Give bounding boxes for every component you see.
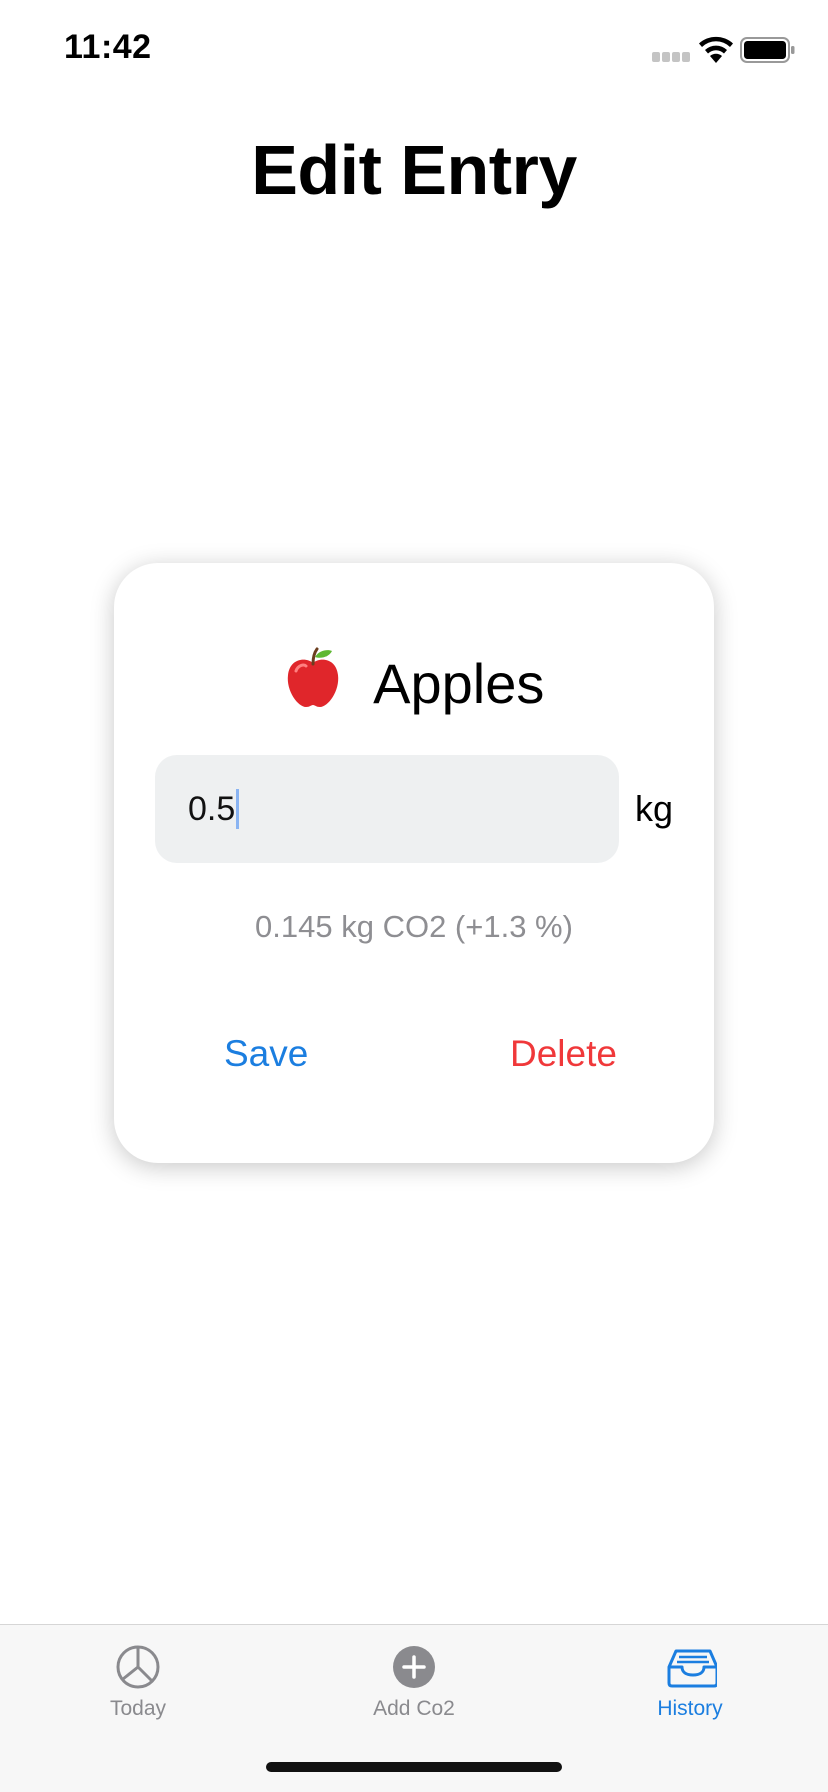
status-time: 11:42 bbox=[64, 28, 152, 66]
amount-value: 0.5 bbox=[188, 790, 236, 828]
tab-today[interactable]: Today bbox=[0, 1625, 276, 1725]
save-button[interactable]: Save bbox=[224, 1033, 308, 1075]
edit-entry-card: Apples 0.5 kg 0.145 kg CO2 (+1.3 %) Save… bbox=[114, 563, 714, 1163]
plus-circle-icon bbox=[393, 1646, 435, 1688]
page-title: Edit Entry bbox=[251, 131, 577, 209]
wifi-icon bbox=[699, 36, 733, 63]
delete-button[interactable]: Delete bbox=[510, 1033, 617, 1075]
co2-summary: 0.145 kg CO2 (+1.3 %) bbox=[255, 909, 573, 944]
tab-history[interactable]: History bbox=[552, 1625, 828, 1725]
pie-chart-icon bbox=[116, 1645, 160, 1689]
battery-icon bbox=[740, 37, 795, 63]
unit-label: kg bbox=[635, 788, 674, 829]
tab-label-add-co2: Add Co2 bbox=[373, 1697, 455, 1720]
status-bar: 11:42 bbox=[0, 0, 828, 100]
tab-label-today: Today bbox=[109, 1697, 167, 1720]
cellular-signal-icon bbox=[652, 52, 692, 62]
item-header: Apples bbox=[114, 645, 714, 719]
home-indicator bbox=[266, 1762, 562, 1772]
tray-icon bbox=[667, 1649, 717, 1688]
item-name: Apples bbox=[373, 652, 545, 716]
amount-input[interactable]: 0.5 bbox=[155, 755, 619, 863]
tab-add-co2[interactable]: Add Co2 bbox=[276, 1625, 552, 1725]
edit-entry-screen: 11:42 Edit Entry Apples 0.5 kg 0.145 kg … bbox=[0, 0, 828, 1792]
text-cursor bbox=[236, 789, 240, 830]
apple-icon bbox=[287, 647, 338, 708]
tab-label-history: History bbox=[657, 1697, 723, 1720]
